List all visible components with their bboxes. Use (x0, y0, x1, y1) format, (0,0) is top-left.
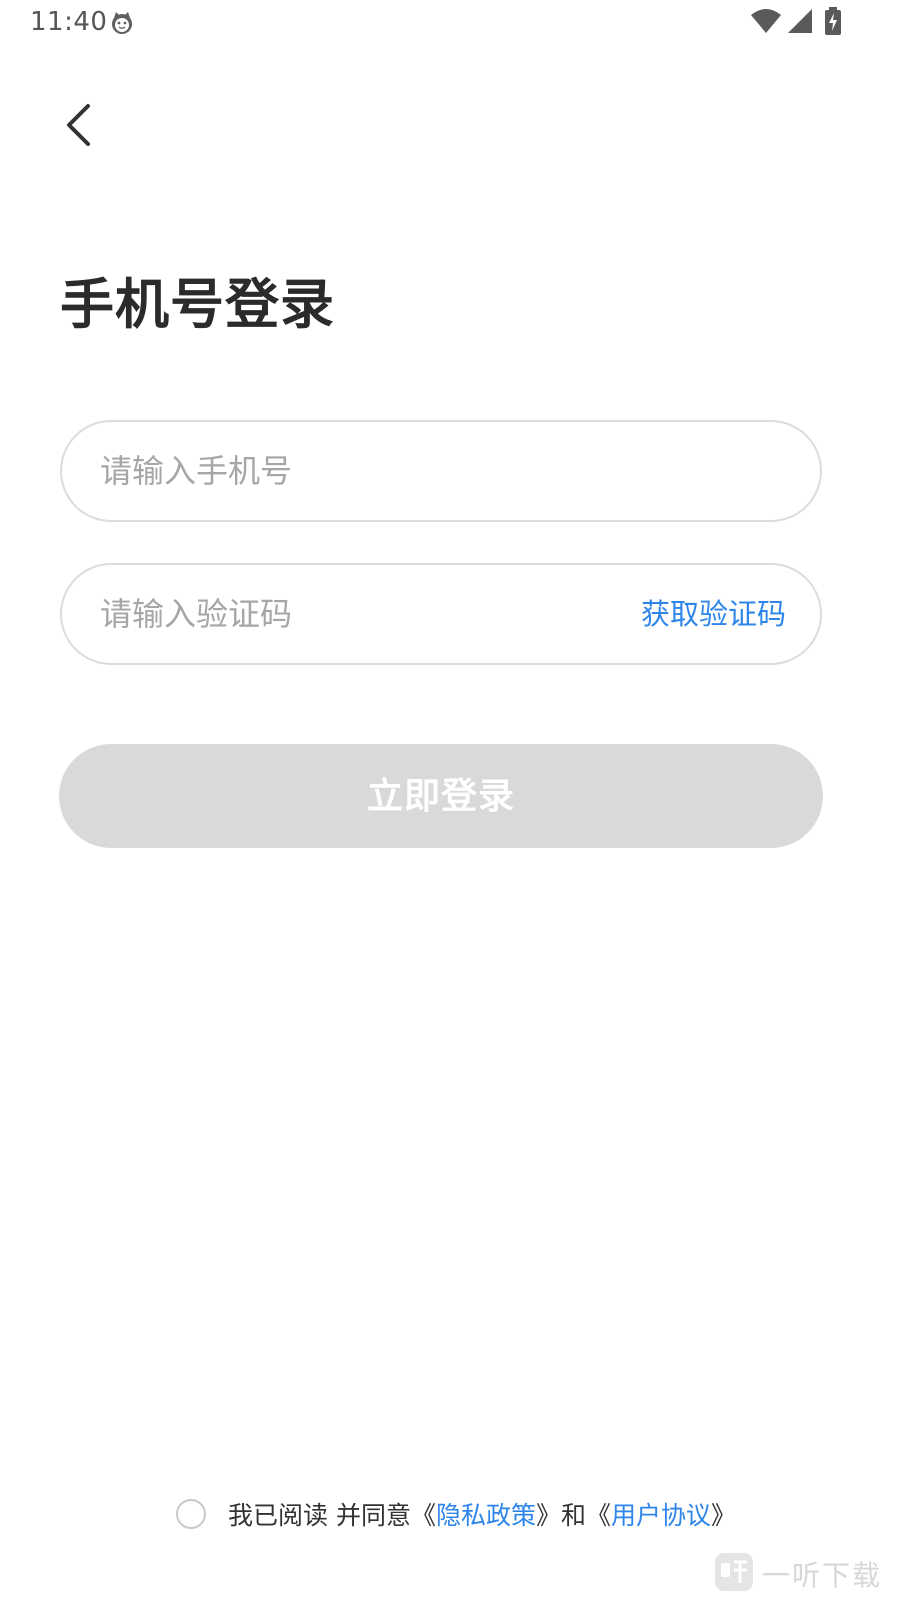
status-icons (750, 7, 842, 39)
privacy-policy-link[interactable]: 隐私政策 (436, 1496, 536, 1532)
watermark-text: 一听下载 (761, 1559, 882, 1592)
page-title: 手机号登录 (60, 273, 335, 336)
chevron-left-icon (67, 104, 90, 146)
agreement-prefix: 我已阅读 并同意《 (228, 1501, 436, 1530)
verification-code-input[interactable] (100, 565, 620, 663)
battery-charging-icon (824, 7, 842, 39)
cat-app-icon (110, 11, 134, 35)
login-button[interactable]: 立即登录 (59, 744, 823, 848)
get-code-button[interactable]: 获取验证码 (641, 565, 786, 663)
back-button[interactable] (56, 98, 104, 154)
user-agreement-link[interactable]: 用户协议 (611, 1496, 711, 1532)
phone-input[interactable] (100, 422, 780, 520)
cell-signal-icon (786, 8, 814, 38)
wifi-icon (750, 8, 782, 38)
phone-field[interactable] (60, 420, 822, 522)
status-time: 11:40 (30, 7, 108, 37)
agree-checkbox[interactable] (176, 1499, 206, 1529)
status-bar: 11:40 (0, 0, 900, 48)
code-field[interactable]: 获取验证码 (60, 563, 822, 665)
watermark-logo-icon (714, 1552, 754, 1596)
agreement-suffix: 》 (711, 1501, 737, 1530)
agreement-row: 我已阅读 并同意《 隐私政策 》和《 用户协议 》 (176, 1494, 736, 1534)
agreement-middle: 》和《 (535, 1501, 611, 1530)
watermark: 一听下载 (714, 1552, 882, 1596)
login-screen: 11:40 手机号登录 请输入手机号 请输入验证码 获取验证码 立即登录 我已阅… (0, 0, 900, 1600)
